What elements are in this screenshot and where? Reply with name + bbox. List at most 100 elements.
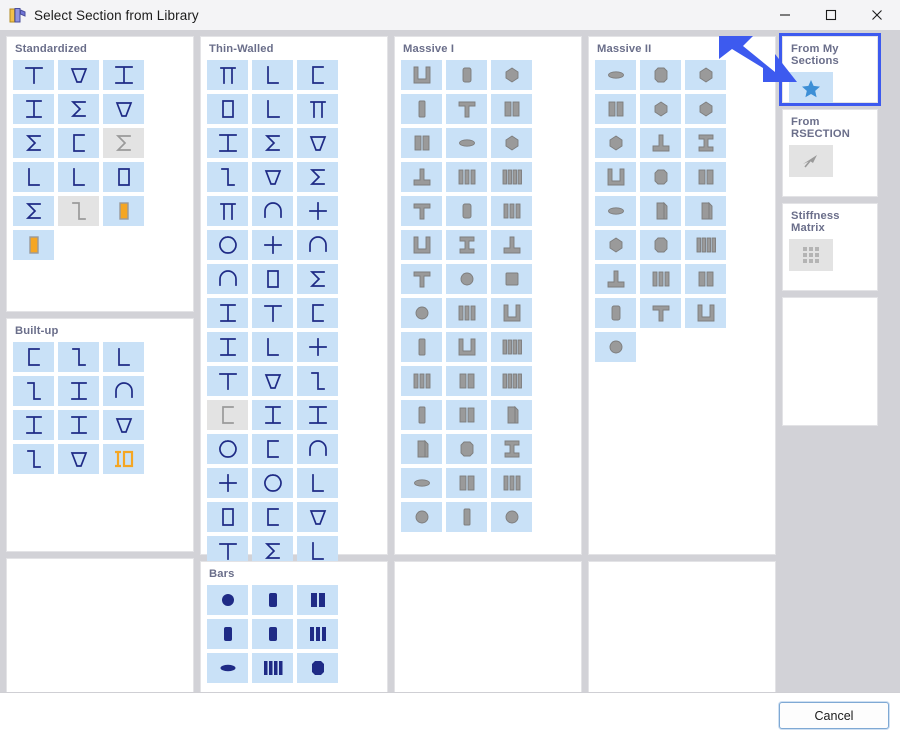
section-tile-thin-i-section-8[interactable] [207,468,248,498]
section-tile-sloped-angle-section[interactable] [103,94,144,124]
section-tile-i-with-flange-plate-section[interactable] [13,410,54,440]
section-tile-thin-trapezoid-section-2[interactable] [207,366,248,396]
section-tile-massive-tapered-pile-section[interactable] [446,468,487,498]
section-tile-tall-i-section[interactable] [58,410,99,440]
section-tile-massive2-i-beam-section-1[interactable] [640,162,681,192]
section-tile-square-bar-section[interactable] [252,585,293,615]
section-tile-massive2-tall-stack-section[interactable] [685,298,726,328]
section-tile-massive2-i-beam-section-2[interactable] [685,162,726,192]
section-tile-thin-z-section-2[interactable] [297,230,338,260]
section-tile-massive-wedge-section-2[interactable] [491,502,532,532]
section-tile-thin-channel-section-4[interactable] [297,468,338,498]
section-tile-massive2-small-stack-section[interactable] [595,298,636,328]
section-tile-massive-hollow-oval-section[interactable] [401,400,442,430]
section-tile-thin-angle-section-2[interactable] [297,196,338,226]
section-tile-massive-notched-section[interactable] [401,468,442,498]
section-tile-top-cap-t-section[interactable] [58,444,99,474]
section-tile-channel-section[interactable] [58,60,99,90]
section-tile-massive2-t-beam-section-2[interactable] [640,128,681,158]
section-tile-massive2-two-cell-section[interactable] [640,60,681,90]
section-tile-thin-pi-section-1[interactable] [297,128,338,158]
section-tile-massive-ellipse-section[interactable] [491,298,532,328]
section-tile-massive-u-section-1[interactable] [491,332,532,362]
section-tile-massive-double-leg-section-1[interactable] [401,196,442,226]
section-tile-massive-octagon-section[interactable] [446,434,487,464]
section-tile-massive2-single-web-section[interactable] [640,94,681,124]
section-tile-thin-box-section-2[interactable] [252,332,293,362]
section-tile-timber-rectangle-section[interactable] [103,196,144,226]
section-tile-thin-i-section-6[interactable] [297,400,338,430]
section-tile-i-with-plates-section[interactable] [58,342,99,372]
section-tile-thin-t-section-3[interactable] [252,128,293,158]
section-tile-thin-channel-section-2[interactable] [297,162,338,192]
section-tile-massive2-box-cell-section-2[interactable] [595,230,636,260]
section-tile-massive-i-section-6[interactable] [491,264,532,294]
section-tile-massive-bottle-section-2[interactable] [446,502,487,532]
section-tile-thin-i-section-1[interactable] [207,60,248,90]
section-tile-thin-hat-section[interactable] [207,298,248,328]
section-tile-thin-t-section-2[interactable] [297,94,338,124]
section-tile-massive-pointed-pile-section[interactable] [491,468,532,498]
section-tile-tapered-web-t-section[interactable] [58,376,99,406]
section-tile-thin-z-section-1[interactable] [252,230,293,260]
section-tile-massive-wedge-section-1[interactable] [491,434,532,464]
section-tile-massive-half-dome-section-1[interactable] [446,400,487,430]
section-tile-z-section[interactable] [13,162,54,192]
section-tile-thin-b-section[interactable] [297,264,338,294]
cancel-button[interactable]: Cancel [779,702,889,729]
section-tile-massive-i-section-1[interactable] [401,230,442,260]
section-tile-massive2-box-cell-section-1[interactable] [685,196,726,226]
section-tile-massive2-double-web-section[interactable] [685,94,726,124]
section-tile-timber-i-section[interactable] [13,230,54,260]
section-tile-massive-i-section-5[interactable] [446,264,487,294]
section-tile-octagonal-bar-section[interactable] [252,653,293,683]
section-tile-round-bar-section[interactable] [207,619,248,649]
section-tile-massive2-six-cell-section[interactable] [640,264,681,294]
section-tile-thin-i-section-5[interactable] [252,400,293,430]
section-tile-angle-section[interactable] [13,94,54,124]
section-tile-massive-square-section[interactable] [491,60,532,90]
section-tile-massive-circle-section[interactable] [401,298,442,328]
section-tile-tapered-t-section[interactable] [58,94,99,124]
section-tile-massive-t-section-1[interactable] [491,94,532,124]
maximize-button[interactable] [808,0,854,30]
section-tile-corrugated-sheet-section[interactable] [103,162,144,192]
section-tile-massive2-three-cell-section[interactable] [685,60,726,90]
section-tile-thin-small-box-section[interactable] [297,298,338,328]
section-tile-massive-t-tapered-section[interactable] [401,128,442,158]
section-tile-thin-channel-section-1[interactable] [252,162,293,192]
section-tile-thin-angle-lipped-section-1[interactable] [207,502,248,532]
section-tile-massive-half-dome-section-2[interactable] [491,400,532,430]
section-tile-massive-i-section-4[interactable] [401,264,442,294]
section-tile-thin-i-section-3[interactable] [297,60,338,90]
section-tile-massive-double-leg-tapered-section[interactable] [491,196,532,226]
section-tile-massive-z-section[interactable] [446,332,487,362]
section-tile-massive2-box-cell-section-3[interactable] [640,230,681,260]
section-tile-massive-trapezoid-section[interactable] [446,94,487,124]
section-tile-thin-sigma-section[interactable] [252,298,293,328]
section-tile-thin-c-section-1[interactable] [207,264,248,294]
section-tile-massive-hexagon-section[interactable] [401,434,442,464]
section-tile-thin-t-section-1[interactable] [252,94,293,124]
section-tile-rectangular-bar-section[interactable] [297,585,338,615]
section-tile-massive-double-leg-section-2[interactable] [446,196,487,226]
section-tile-massive2-four-cell-section[interactable] [595,94,636,124]
section-tile-massive-inverted-t-section-1[interactable] [491,128,532,158]
section-tile-massive2-portal-section-2[interactable] [595,162,636,192]
section-tile-thin-double-pi-section-1[interactable] [297,502,338,532]
section-tile-thin-angle-section-1[interactable] [252,196,293,226]
section-tile-massive2-t-beam-section-1[interactable] [595,128,636,158]
section-tile-t-with-cap-section[interactable] [103,342,144,372]
section-tile-thin-c-section-2[interactable] [252,264,293,294]
section-tile-i-section[interactable] [13,60,54,90]
section-tile-massive-rounded-square-section[interactable] [401,94,442,124]
section-tile-double-i-section[interactable] [13,342,54,372]
section-tile-massive-i-section-2[interactable] [446,230,487,260]
section-tile-thin-angle-section-3[interactable] [207,230,248,260]
section-tile-rail-section[interactable] [58,162,99,192]
section-tile-massive-inverted-t-section-2[interactable] [401,162,442,192]
section-tile-triangular-bar-section[interactable] [297,653,338,683]
section-tile-massive-angle-section[interactable] [401,332,442,362]
section-tile-double-round-bar-section[interactable] [13,444,54,474]
section-tile-thin-polygon-tube-section[interactable] [252,366,293,396]
